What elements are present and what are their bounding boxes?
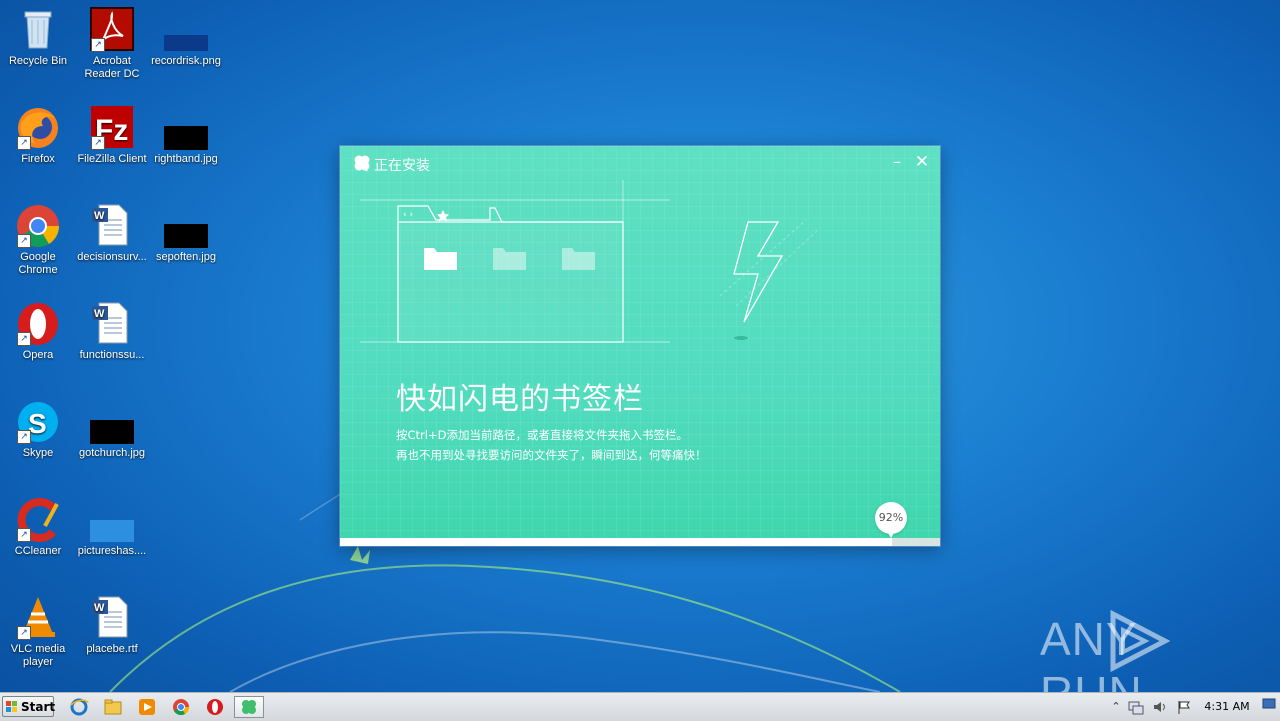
desktop-icon-label: Opera xyxy=(22,349,54,361)
ccleaner-icon: ↗ xyxy=(15,496,61,542)
internet-explorer-icon xyxy=(70,698,89,716)
shortcut-arrow-icon: ↗ xyxy=(91,136,105,150)
desktop-icon-ccleaner[interactable]: ↗ CCleaner xyxy=(0,496,76,558)
progress-bar-fill xyxy=(340,538,892,546)
desktop-icon-recycle-bin[interactable]: Recycle Bin xyxy=(0,6,76,68)
acrobat-icon: ↗ xyxy=(89,6,135,52)
desktop-icon-label: CCleaner xyxy=(14,545,62,557)
feature-description-line-1: 按Ctrl+D添加当前路径，或者直接将文件夹拖入书签栏。 xyxy=(396,428,688,442)
start-button[interactable]: Start xyxy=(2,696,56,717)
shortcut-arrow-icon: ↗ xyxy=(17,430,31,444)
taskbar-opera[interactable] xyxy=(202,696,228,718)
desktop-icon-label: recordrisk.png xyxy=(151,55,221,67)
vlc-icon: ↗ xyxy=(15,594,61,640)
firefox-icon: ↗ xyxy=(15,104,61,150)
show-desktop-icon[interactable] xyxy=(1262,697,1276,711)
tray-expand-icon[interactable]: ⌃ xyxy=(1108,699,1124,715)
installer-window[interactable]: 正在安装 – ✕ ‹ › 快如闪电的书签栏 按Ctrl+D添加当前路径，或者直接… xyxy=(340,146,940,546)
desktop-icon-rightband[interactable]: rightband.jpg xyxy=(148,104,224,166)
svg-text:‹ ›: ‹ › xyxy=(403,210,413,220)
filezilla-icon: Fz ↗ xyxy=(89,104,135,150)
taskbar: Start ⌃ 4:31 AM xyxy=(0,692,1280,721)
desktop-icon-gotchurch[interactable]: gotchurch.jpg xyxy=(74,398,150,460)
taskbar-internet-explorer[interactable] xyxy=(66,696,92,718)
clover-icon xyxy=(242,700,256,714)
desktop-icon-label: Recycle Bin xyxy=(8,55,68,67)
play-logo-icon xyxy=(1110,610,1171,672)
desktop-icon-label: sepoften.jpg xyxy=(156,251,216,263)
feature-description-line-2: 再也不用到处寻找要访问的文件夹了，瞬间到达，何等痛快！ xyxy=(396,448,707,462)
bookmark-illustration: ‹ › xyxy=(360,180,821,343)
desktop-icon-label: FileZilla Client xyxy=(77,153,147,165)
chrome-icon xyxy=(173,699,190,716)
windows-logo-icon xyxy=(6,701,17,712)
desktop-icon-vlc[interactable]: ↗ VLC media player xyxy=(0,594,76,669)
word-document-icon: W xyxy=(89,594,135,640)
desktop-icon-label: functionssu... xyxy=(79,349,145,361)
opera-icon: ↗ xyxy=(15,300,61,346)
desktop-icon-acrobat[interactable]: ↗ Acrobat Reader DC xyxy=(74,6,150,81)
image-file-icon xyxy=(89,496,135,542)
desktop-icon-sepoften[interactable]: sepoften.jpg xyxy=(148,202,224,264)
desktop-icon-label: Google Chrome xyxy=(18,251,58,276)
desktop-icon-label: decisionsurv... xyxy=(77,251,147,263)
media-player-icon xyxy=(139,699,155,715)
desktop-icon-label: Skype xyxy=(22,447,54,459)
desktop-icon-label: VLC media player xyxy=(10,643,66,668)
network-icon[interactable] xyxy=(1128,699,1144,715)
chrome-icon: ↗ xyxy=(15,202,61,248)
svg-text:W: W xyxy=(94,308,105,320)
taskbar-chrome[interactable] xyxy=(168,696,194,718)
volume-icon[interactable] xyxy=(1152,699,1168,715)
image-file-icon xyxy=(89,398,135,444)
progress-percentage: 92% xyxy=(875,502,907,538)
desktop-icon-recordrisk[interactable]: recordrisk.png xyxy=(148,6,224,68)
start-label: Start xyxy=(21,700,56,714)
shortcut-arrow-icon: ↗ xyxy=(17,528,31,542)
image-file-icon xyxy=(163,6,209,52)
shortcut-arrow-icon: ↗ xyxy=(17,136,31,150)
desktop-icon-placebe[interactable]: W placebe.rtf xyxy=(74,594,150,656)
desktop-icon-label: Firefox xyxy=(21,153,55,165)
folder-icon xyxy=(104,699,122,715)
desktop-icon-label: placebe.rtf xyxy=(86,643,138,655)
desktop-icon-label: gotchurch.jpg xyxy=(78,447,146,459)
desktop-icon-label: rightband.jpg xyxy=(154,153,218,165)
taskbar-explorer[interactable] xyxy=(100,696,126,718)
image-file-icon xyxy=(163,202,209,248)
word-document-icon: W xyxy=(89,300,135,346)
desktop-icon-firefox[interactable]: ↗ Firefox xyxy=(0,104,76,166)
action-center-flag-icon[interactable] xyxy=(1176,699,1192,715)
shortcut-arrow-icon: ↗ xyxy=(17,626,31,640)
opera-icon xyxy=(207,699,223,715)
svg-text:W: W xyxy=(94,210,105,222)
desktop-icon-label: pictureshas.... xyxy=(77,545,147,557)
desktop-icon-functionssu[interactable]: W functionssu... xyxy=(74,300,150,362)
desktop-icon-skype[interactable]: S ↗ Skype xyxy=(0,398,76,460)
shortcut-arrow-icon: ↗ xyxy=(17,234,31,248)
shortcut-arrow-icon: ↗ xyxy=(17,332,31,346)
taskbar-installer[interactable] xyxy=(234,696,264,718)
desktop-icon-filezilla[interactable]: Fz ↗ FileZilla Client xyxy=(74,104,150,166)
feature-headline: 快如闪电的书签栏 xyxy=(396,382,644,417)
desktop-icon-pictureshas[interactable]: pictureshas.... xyxy=(74,496,150,558)
progress-bar xyxy=(340,538,940,546)
desktop-icon-opera[interactable]: ↗ Opera xyxy=(0,300,76,362)
word-document-icon: W xyxy=(89,202,135,248)
taskbar-media-player[interactable] xyxy=(134,696,160,718)
system-clock[interactable]: 4:31 AM xyxy=(1200,700,1254,713)
skype-icon: S ↗ xyxy=(15,398,61,444)
svg-text:W: W xyxy=(94,602,105,614)
desktop-icon-decisionsurv[interactable]: W decisionsurv... xyxy=(74,202,150,264)
image-file-icon xyxy=(163,104,209,150)
desktop-icon-label: Acrobat Reader DC xyxy=(84,55,140,80)
desktop-icon-chrome[interactable]: ↗ Google Chrome xyxy=(0,202,76,277)
shortcut-arrow-icon: ↗ xyxy=(91,38,105,52)
recycle-bin-icon xyxy=(15,6,61,52)
